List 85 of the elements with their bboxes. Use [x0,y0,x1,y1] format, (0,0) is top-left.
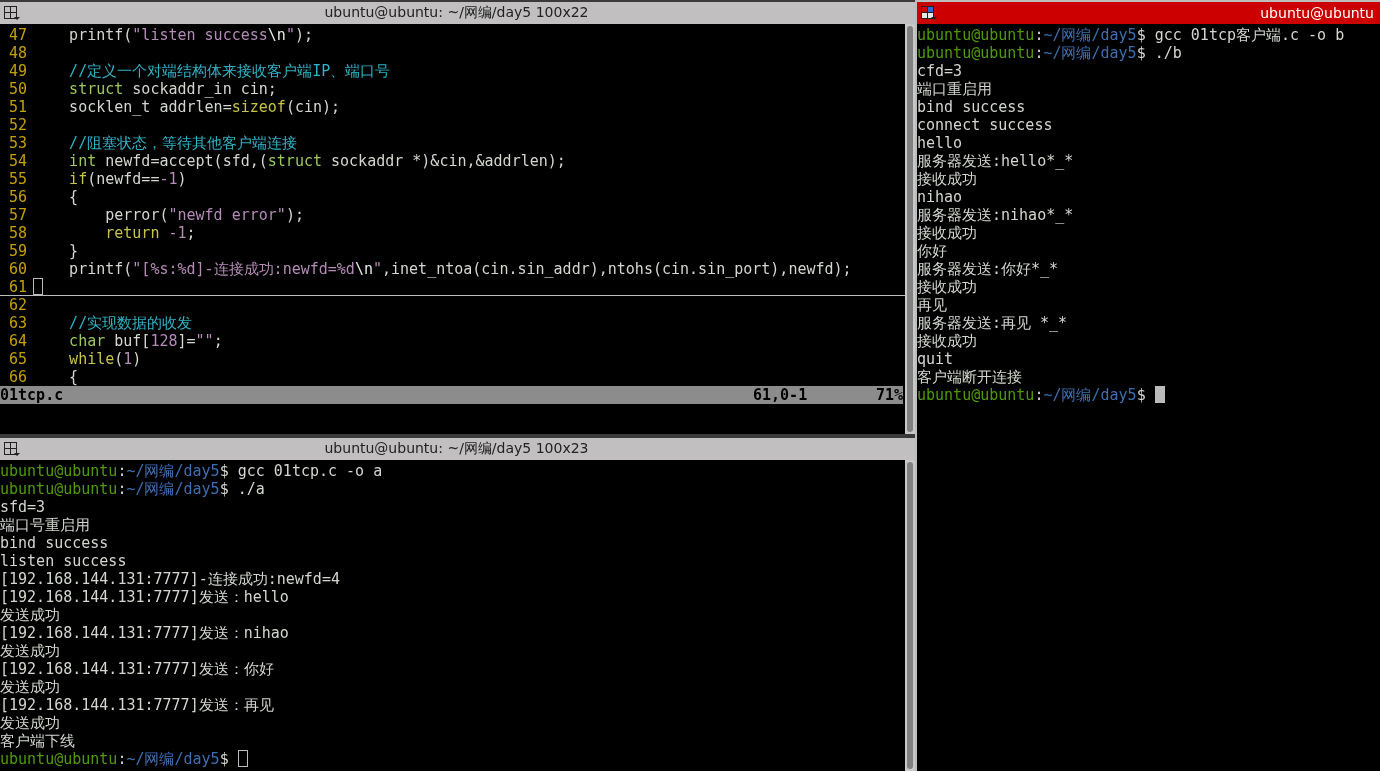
terminal-output: 服务器发送:你好*_* [917,260,1059,278]
code-line: char buf[128]=""; [68,332,223,350]
grid-icon[interactable] [4,5,20,21]
line-number: 57 [7,206,27,224]
line-number: 60 [7,260,27,278]
terminal-output: [192.168.144.131:7777]发送：你好 [0,660,274,678]
code-line: //实现数据的收发 [68,314,193,332]
line-number: 58 [7,224,27,242]
line-number: 56 [7,188,27,206]
line-number: 55 [7,170,27,188]
terminal-output: 发送成功 [0,642,60,660]
window-title: ubuntu@ubuntu [1259,5,1374,21]
code-line: //定义一个对端结构体来接收客户端IP、端口号 [68,62,391,80]
terminal-output: connect success [917,116,1053,134]
terminal-output: 接收成功 [917,224,977,242]
terminal-output: 发送成功 [0,678,60,696]
code-line: //阻塞状态，等待其他客户端连接 [68,134,298,152]
terminal-output: [192.168.144.131:7777]发送：hello [0,588,289,606]
terminal-output: 发送成功 [0,714,60,732]
terminal-output: 服务器发送:nihao*_* [917,206,1074,224]
terminal-output: 客户端断开连接 [917,368,1022,386]
window-title: ubuntu@ubuntu: ~/网编/day5 100x22 [323,4,590,22]
line-number: 53 [7,134,27,152]
line-number: 47 [7,26,27,44]
line-number: 62 [7,296,27,314]
terminal-output: quit [917,350,954,368]
code-line: while(1) [68,350,142,368]
code-line: { [68,368,79,386]
terminal-output: [192.168.144.131:7777]-连接成功:newfd=4 [0,570,340,588]
terminal-output: 接收成功 [917,332,977,350]
code-line: int newfd=accept(sfd,(struct sockaddr *)&cin,&addrlen); [68,152,566,170]
code-line: if(newfd==-1) [68,170,187,188]
terminal-output: [192.168.144.131:7777]发送：再见 [0,696,274,714]
shell-prompt: ubuntu@ubuntu:~/网编/day5$ gcc 01tcp客户端.c -o b [917,26,1345,44]
terminal-output: [192.168.144.131:7777]发送：nihao [0,624,289,642]
line-number: 54 [7,152,27,170]
code-line: { [68,188,79,206]
scrollbar[interactable] [905,24,915,434]
code-line: printf("listen success\n"); [68,26,313,44]
terminal-output: 你好 [917,242,947,260]
scroll-percent: 71% [875,386,903,404]
line-number: 66 [7,368,27,386]
terminal-output: sfd=3 [0,498,46,516]
shell-prompt: ubuntu@ubuntu:~/网编/day5$ [917,386,1146,404]
terminal-output: 服务器发送:再见 *_* [917,314,1068,332]
grid-icon[interactable] [4,441,20,457]
code-line: printf("[%s:%d]-连接成功:newfd=%d\n",inet_ntoa(cin.sin_addr),ntohs(cin.sin_port),newfd); [68,260,852,278]
terminal-output: 服务器发送:hello*_* [917,152,1074,170]
line-number: 50 [7,80,27,98]
terminal-output: cfd=3 [917,62,963,80]
terminal-output: 端口号重启用 [0,516,90,534]
terminal-output: 接收成功 [917,170,977,188]
line-number: 59 [7,242,27,260]
terminal-output: 发送成功 [0,606,60,624]
terminal-output: listen success [0,552,127,570]
scrollbar[interactable] [905,460,915,771]
grid-icon[interactable] [921,5,937,21]
terminal-output: 再见 [917,296,947,314]
line-number: 63 [7,314,27,332]
shell-prompt: ubuntu@ubuntu:~/网编/day5$ gcc 01tcp.c -o a [0,462,383,480]
terminal-output: bind success [0,534,109,552]
terminal-output: 接收成功 [917,278,977,296]
terminal-output: nihao [917,188,963,206]
terminal-output: 客户端下线 [0,732,75,750]
shell-prompt: ubuntu@ubuntu:~/网编/day5$ ./a [0,480,265,498]
shell-prompt: ubuntu@ubuntu:~/网编/day5$ [0,750,229,768]
code-line: struct sockaddr_in cin; [68,80,277,98]
code-line: } [68,242,79,260]
shell-prompt: ubuntu@ubuntu:~/网编/day5$ ./b [917,44,1182,62]
line-number: 48 [7,44,27,62]
line-number: 64 [7,332,27,350]
line-number: 65 [7,350,27,368]
file-name: 01tcp.c [0,386,64,404]
terminal-output: 端口重启用 [917,80,992,98]
window-title: ubuntu@ubuntu: ~/网编/day5 100x23 [323,440,590,458]
code-line: perror("newfd error"); [104,206,304,224]
line-number: 52 [7,116,27,134]
line-number: 49 [7,62,27,80]
code-line: socklen_t addrlen=sizeof(cin); [68,98,341,116]
cursor-position: 61,0-1 [753,386,808,404]
terminal-output: bind success [917,98,1026,116]
terminal-output: hello [917,134,963,152]
code-line: return -1; [104,224,196,242]
line-number: 51 [7,98,27,116]
line-number: 61 [7,278,27,295]
